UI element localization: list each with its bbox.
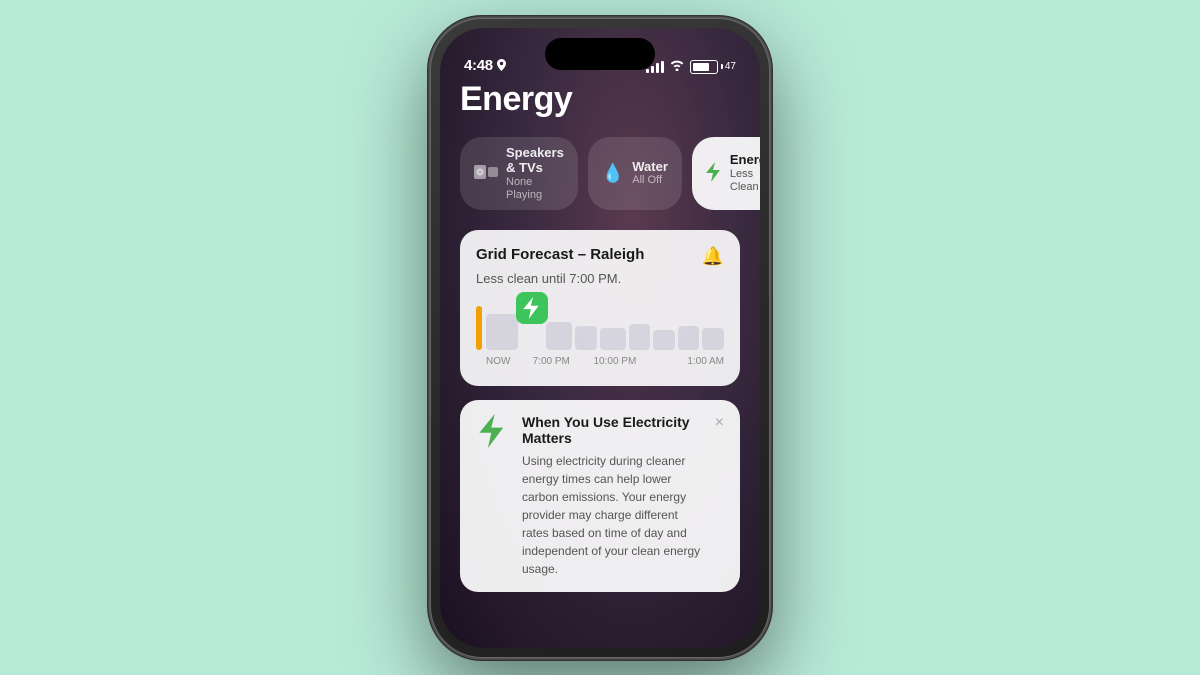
screen-content: Energy Speakers & TVs — [440, 80, 760, 593]
timeline-bars — [476, 300, 724, 350]
status-time-wrapper: 4:48 — [464, 57, 506, 74]
grid-forecast-card: Grid Forecast – Raleigh 🔔 Less clean unt… — [460, 230, 740, 386]
tl-label-1am: 1:00 AM — [651, 356, 724, 367]
energy-label: Energy — [730, 152, 760, 168]
tl-seg-8 — [702, 328, 724, 350]
phone-screen: 4:48 — [440, 28, 760, 648]
info-icon-box — [476, 414, 510, 448]
close-button[interactable]: × — [715, 414, 724, 432]
energy-icon — [706, 162, 722, 185]
wifi-icon — [670, 60, 684, 74]
speakers-icon — [474, 162, 498, 185]
energy-sub: Less Clean — [730, 168, 760, 194]
tl-seg-3 — [575, 326, 597, 350]
timeline: NOW 7:00 PM 10:00 PM 1:00 AM — [476, 300, 724, 370]
category-pills: Speakers & TVs None Playing 💧 Water All … — [460, 137, 740, 211]
speakers-sub: None Playing — [506, 176, 564, 202]
phone-frame: 4:48 — [430, 18, 770, 658]
card-subtitle: Less clean until 7:00 PM. — [476, 271, 724, 286]
tl-seg-1 — [486, 314, 518, 350]
power-button[interactable] — [770, 178, 773, 268]
battery-icon: 47 — [690, 60, 736, 74]
card-title: Grid Forecast – Raleigh — [476, 246, 644, 263]
water-sub: All Off — [632, 174, 668, 187]
tl-seg-marker — [521, 300, 543, 350]
info-content: When You Use Electricity Matters Using e… — [522, 414, 703, 578]
tl-label-10pm: 10:00 PM — [579, 356, 652, 367]
card-header: Grid Forecast – Raleigh 🔔 — [476, 246, 724, 267]
water-label: Water — [632, 159, 668, 175]
energy-pill[interactable]: Energy Less Clean — [692, 137, 760, 211]
status-icons: 47 — [646, 60, 736, 74]
clock-display: 4:48 — [464, 57, 493, 74]
dynamic-island — [545, 38, 655, 70]
energy-pill-text: Energy Less Clean — [730, 152, 760, 194]
now-bar — [476, 306, 482, 350]
page-title: Energy — [460, 80, 740, 119]
water-pill[interactable]: 💧 Water All Off — [588, 137, 682, 211]
electricity-icon — [479, 414, 507, 448]
info-card: When You Use Electricity Matters Using e… — [460, 400, 740, 592]
tl-seg-2 — [546, 322, 572, 350]
speakers-pill-text: Speakers & TVs None Playing — [506, 145, 564, 203]
tl-label-now: NOW — [486, 356, 516, 367]
battery-percent: 47 — [725, 61, 736, 72]
water-icon: 💧 — [602, 164, 624, 182]
tl-label-7pm: 7:00 PM — [524, 356, 579, 367]
water-pill-text: Water All Off — [632, 159, 668, 188]
bell-icon[interactable]: 🔔 — [702, 246, 724, 267]
tl-seg-5 — [629, 324, 651, 350]
tl-seg-7 — [678, 326, 700, 350]
tl-seg-6 — [653, 330, 675, 350]
speakers-pill[interactable]: Speakers & TVs None Playing — [460, 137, 578, 211]
phone-wrapper: 4:48 — [430, 18, 770, 658]
timeline-segments — [486, 300, 724, 350]
location-icon — [497, 59, 506, 71]
speakers-label: Speakers & TVs — [506, 145, 564, 176]
status-bar: 4:48 — [440, 28, 760, 80]
green-icon-box — [516, 292, 548, 324]
info-title: When You Use Electricity Matters — [522, 414, 703, 446]
tl-seg-4 — [600, 328, 626, 350]
timeline-labels: NOW 7:00 PM 10:00 PM 1:00 AM — [476, 356, 724, 367]
info-body: Using electricity during cleaner energy … — [522, 452, 703, 578]
